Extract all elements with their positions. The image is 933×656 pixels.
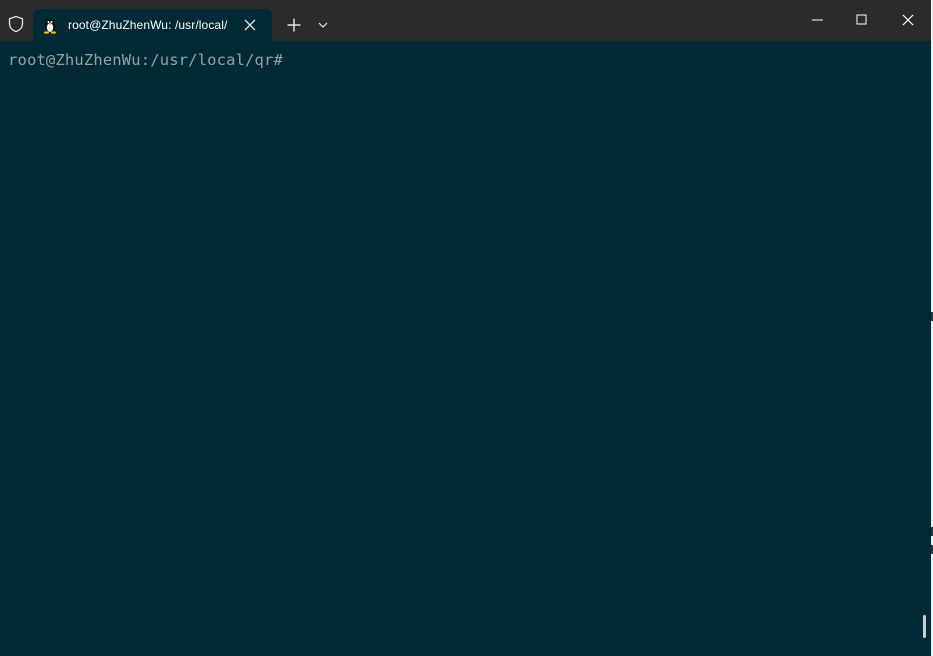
tab-close-icon[interactable] bbox=[243, 18, 257, 32]
minimize-button[interactable] bbox=[803, 9, 833, 31]
terminal-window: root@ZhuZhenWu: /usr/local/ root@ZhuZhen… bbox=[0, 0, 931, 656]
terminal-pane[interactable]: root@ZhuZhenWu:/usr/local/qr# bbox=[0, 41, 931, 656]
maximize-button[interactable] bbox=[847, 9, 877, 31]
linux-penguin-icon bbox=[42, 17, 58, 34]
minimize-icon bbox=[812, 19, 823, 21]
new-tab-button[interactable] bbox=[283, 15, 305, 35]
chevron-down-icon bbox=[318, 22, 328, 28]
shield-icon[interactable] bbox=[6, 14, 26, 34]
shell-prompt: root@ZhuZhenWu:/usr/local/qr# bbox=[8, 51, 283, 69]
tab-active[interactable]: root@ZhuZhenWu: /usr/local/ bbox=[33, 9, 272, 41]
tab-title: root@ZhuZhenWu: /usr/local/ bbox=[68, 18, 228, 32]
close-window-button[interactable] bbox=[893, 9, 923, 31]
plus-icon bbox=[287, 18, 301, 32]
title-bar: root@ZhuZhenWu: /usr/local/ bbox=[0, 0, 931, 41]
maximize-icon bbox=[856, 14, 867, 25]
tab-dropdown-button[interactable] bbox=[313, 15, 333, 35]
close-icon bbox=[902, 14, 914, 26]
scrollbar-thumb[interactable] bbox=[923, 615, 926, 638]
